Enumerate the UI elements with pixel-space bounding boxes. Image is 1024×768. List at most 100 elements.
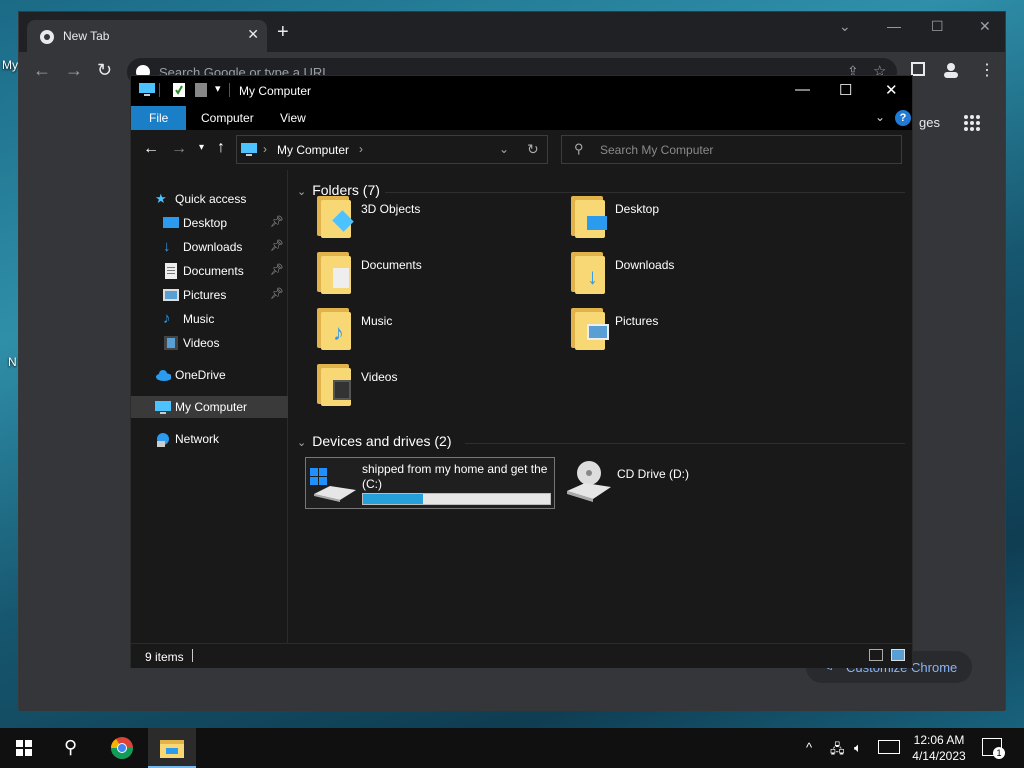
menu-dots-icon[interactable]: ⋮ [979,60,995,80]
nav-pictures[interactable]: Pictures 📌︎ [131,284,288,306]
minimize-icon[interactable]: — [887,18,901,34]
help-icon[interactable]: ? [895,110,911,126]
tab-computer[interactable]: Computer [183,106,272,130]
forward-icon[interactable]: → [65,60,83,80]
folder-3d-objects[interactable]: 3D Objects [315,194,555,244]
details-view-icon[interactable] [869,649,883,661]
refresh-icon[interactable]: ↻ [527,141,539,158]
tab-close-icon[interactable]: ✕ [247,26,259,43]
search-icon: ⚲ [64,737,78,757]
new-tab-button[interactable]: + [277,22,289,42]
nav-onedrive[interactable]: OneDrive [131,364,288,386]
file-explorer-window: ▾ My Computer — ☐ ✕ File Computer View ⌄… [130,75,913,668]
reload-icon[interactable]: ↻ [97,60,112,80]
computer-icon [241,143,257,156]
nav-videos[interactable]: Videos [131,332,288,354]
search-box[interactable]: ⚲ Search My Computer [561,135,902,164]
pin-icon[interactable]: 📌︎ [270,263,284,276]
notification-center-icon[interactable]: 1 [982,738,1005,759]
large-icons-view-icon[interactable] [891,649,905,661]
customize-qat-icon[interactable]: ▾ [215,82,221,95]
network-status-icon[interactable]: 🖧︎ [830,740,845,762]
search-button[interactable]: ⚲ [48,728,96,768]
document-icon [165,263,177,279]
desktop-icon [163,217,179,228]
close-icon[interactable]: ✕ [885,81,898,99]
maximize-icon[interactable]: ☐ [931,18,944,35]
recent-locations-icon[interactable]: ▾ [199,142,204,153]
music-note-icon: ♪ [163,310,171,327]
minimize-icon[interactable]: — [795,81,810,98]
close-icon[interactable]: ✕ [979,18,991,35]
explorer-title-bar: ▾ My Computer — ☐ ✕ [131,76,912,106]
clock-time: 12:06 AM [913,733,965,747]
drive-c[interactable]: shipped from my home and get the (C:) [305,457,555,509]
item-count: 9 items [145,650,184,664]
address-dropdown-icon[interactable]: ⌄ [499,142,509,156]
file-explorer-taskbar-button[interactable] [148,728,196,768]
side-panel-icon[interactable] [911,62,925,76]
profile-icon[interactable] [943,62,959,78]
forward-icon[interactable]: → [171,140,187,158]
start-button[interactable] [0,728,48,768]
breadcrumb-separator-icon[interactable]: › [359,142,363,156]
folder-icon [315,194,354,238]
window-title: My Computer [239,84,312,98]
nav-downloads[interactable]: ↓ Downloads 📌︎ [131,236,288,258]
tab-title: New Tab [63,29,110,43]
desktop-icon-label[interactable]: My [2,58,18,72]
folder-icon [569,194,607,238]
nav-network[interactable]: Network [131,428,288,450]
folder-downloads[interactable]: ↓ Downloads [569,250,809,300]
collapse-chevron-icon[interactable]: ⌄ [297,436,306,449]
new-folder-icon[interactable] [195,83,207,97]
nav-documents[interactable]: Documents 📌︎ [131,260,288,282]
images-link[interactable]: ges [919,115,940,130]
properties-icon[interactable] [173,83,185,97]
pin-icon[interactable]: 📌︎ [270,287,284,300]
tab-view[interactable]: View [262,106,324,130]
chrome-taskbar-button[interactable] [98,728,146,768]
computer-icon [155,401,171,414]
nav-music[interactable]: ♪ Music [131,308,288,330]
breadcrumb-my-computer[interactable]: My Computer [277,143,349,157]
apps-grid-icon[interactable] [963,114,981,132]
volume-icon[interactable]: 🔈︎ [854,740,862,756]
desktop-icon-label[interactable]: N [8,355,17,369]
breadcrumb-separator-icon[interactable]: › [263,142,267,156]
nav-my-computer[interactable]: My Computer [131,396,288,418]
folder-videos[interactable]: Videos [315,362,555,412]
chrome-tab[interactable]: New Tab ✕ [27,20,267,52]
folder-desktop[interactable]: Desktop [569,194,809,244]
pin-icon[interactable]: 📌︎ [270,239,284,252]
back-icon[interactable]: ← [143,140,159,158]
show-hidden-icons-icon[interactable]: ^ [806,740,812,755]
download-arrow-icon: ↓ [163,238,171,255]
pin-icon[interactable]: 📌︎ [270,215,284,228]
folder-documents[interactable]: Documents [315,250,555,300]
tab-file[interactable]: File [131,106,187,130]
tab-search-icon[interactable]: ⌄ [839,18,851,35]
expand-ribbon-icon[interactable]: ⌄ [875,110,885,124]
back-icon[interactable]: ← [33,60,51,80]
maximize-icon[interactable]: ☐ [839,81,852,99]
search-icon: ⚲ [574,141,584,156]
drive-c-usage-fill [363,494,423,504]
chrome-tab-bar: New Tab ✕ + ⌄ — ☐ ✕ [19,12,1005,52]
address-box[interactable]: › My Computer › ⌄ ↻ [236,135,548,164]
clock[interactable]: 12:06 AM 4/14/2023 [906,732,972,764]
status-bar: 9 items [131,643,912,668]
nav-desktop[interactable]: Desktop 📌︎ [131,212,288,234]
drive-d[interactable]: CD Drive (D:) [561,457,811,509]
drive-c-label: shipped from my home and get the (C:) [362,462,548,491]
collapse-chevron-icon[interactable]: ⌄ [297,185,306,198]
devices-group-header[interactable]: ⌄ Devices and drives (2) [297,433,452,453]
folder-icon: ↓ [569,250,607,294]
folder-pictures[interactable]: Pictures [569,306,809,356]
folder-icon [315,362,353,406]
nav-quick-access[interactable]: ★ Quick access [131,188,288,210]
clock-date: 4/14/2023 [912,749,966,763]
up-icon[interactable]: ↑ [217,139,225,157]
folder-music[interactable]: ♪ Music [315,306,555,356]
keyboard-icon[interactable] [878,740,900,754]
